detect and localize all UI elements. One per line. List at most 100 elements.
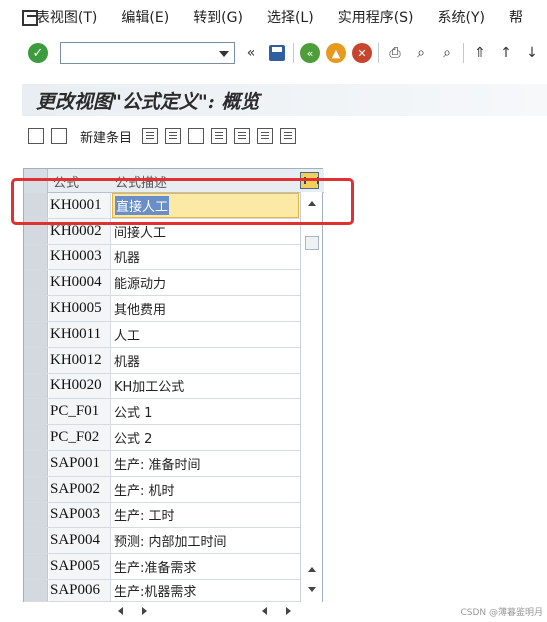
display-change-icon[interactable]: [28, 128, 44, 144]
formula-code: PC_F01: [49, 399, 111, 425]
row-selector[interactable]: [24, 244, 48, 270]
delete-icon[interactable]: [165, 128, 182, 144]
find-next-icon[interactable]: ⌕: [437, 43, 457, 63]
scroll-down-icon[interactable]: [305, 582, 319, 596]
column-header-formula[interactable]: 公式: [53, 172, 79, 191]
row-selector[interactable]: [24, 296, 48, 321]
column-header-description[interactable]: 公式描述: [115, 172, 167, 191]
scroll-left-icon[interactable]: [118, 607, 123, 615]
formula-description[interactable]: 生产: 准备时间: [112, 451, 299, 476]
scroll-thumb[interactable]: [305, 236, 319, 250]
table-row[interactable]: KH0001 直接人工: [24, 193, 300, 219]
row-selector[interactable]: [24, 554, 48, 579]
row-selector[interactable]: [24, 502, 48, 528]
table-row[interactable]: SAP005 生产:准备需求: [24, 554, 300, 580]
scroll-left-icon[interactable]: [262, 607, 267, 615]
formula-code: KH0011: [49, 322, 111, 347]
table-row[interactable]: KH0002 间接人工: [24, 218, 300, 245]
row-selector[interactable]: [24, 193, 48, 218]
command-field[interactable]: [60, 42, 235, 64]
formula-description[interactable]: 预测: 内部加工时间: [112, 528, 299, 553]
collapse-arrows-icon[interactable]: «: [241, 43, 261, 63]
formula-description[interactable]: 公式 2: [112, 425, 299, 450]
row-selector[interactable]: [24, 476, 48, 502]
chevron-down-icon[interactable]: [219, 51, 229, 57]
formula-code: SAP004: [49, 528, 111, 554]
first-page-icon[interactable]: ⇑: [470, 43, 490, 63]
formula-description[interactable]: 公式 1: [112, 399, 299, 424]
deselect-all-icon[interactable]: [257, 128, 274, 144]
row-selector[interactable]: [24, 528, 48, 554]
formula-description[interactable]: 生产: 机时: [112, 477, 299, 502]
new-entries-button[interactable]: 新建条目: [80, 127, 132, 146]
formula-description[interactable]: 直接人工: [115, 195, 170, 215]
row-selector[interactable]: [24, 270, 48, 296]
menu-select[interactable]: 选择(L): [267, 7, 314, 27]
copy-as-icon[interactable]: [142, 128, 159, 144]
other-view-icon[interactable]: [51, 128, 67, 144]
select-block-icon[interactable]: [234, 128, 251, 144]
row-selector[interactable]: [24, 218, 48, 244]
row-selector[interactable]: [24, 580, 48, 601]
menu-edit[interactable]: 编辑(E): [121, 7, 169, 27]
formula-description[interactable]: 机器: [112, 348, 299, 373]
menu-goto[interactable]: 转到(G): [193, 7, 243, 27]
table-row[interactable]: KH0005 其他费用: [24, 296, 300, 322]
cancel-icon[interactable]: ✕: [352, 43, 372, 63]
table-row[interactable]: PC_F01 公式 1: [24, 399, 300, 426]
title-bar: 更改视图"公式定义": 概览: [22, 84, 547, 116]
table-row[interactable]: SAP004 预测: 内部加工时间: [24, 528, 300, 555]
horizontal-scrollbar[interactable]: [110, 603, 300, 619]
print-icon[interactable]: ⎙: [385, 43, 405, 63]
row-selector[interactable]: [24, 425, 48, 450]
print-view-icon[interactable]: [280, 128, 297, 144]
row-selector[interactable]: [24, 322, 48, 347]
formula-description[interactable]: 能源动力: [112, 270, 299, 295]
scroll-up-icon[interactable]: [305, 196, 319, 210]
row-selector[interactable]: [24, 347, 48, 373]
table-row[interactable]: SAP006 生产:机器需求: [24, 580, 300, 602]
menu-utilities[interactable]: 实用程序(S): [338, 7, 414, 27]
formula-description[interactable]: 间接人工: [112, 219, 299, 244]
save-icon[interactable]: [267, 43, 287, 63]
undo-change-icon[interactable]: [188, 128, 205, 144]
table-settings-icon[interactable]: [300, 172, 319, 189]
menu-system[interactable]: 系统(Y): [438, 7, 485, 27]
next-page-icon[interactable]: ↓: [522, 43, 542, 63]
find-icon[interactable]: ⌕: [411, 43, 431, 63]
command-input[interactable]: [61, 43, 211, 63]
table-row[interactable]: SAP003 生产: 工时: [24, 502, 300, 529]
scroll-right-icon[interactable]: [286, 607, 291, 615]
table-row[interactable]: SAP002 生产: 机时: [24, 476, 300, 503]
back-icon[interactable]: «: [300, 43, 320, 63]
formula-description[interactable]: 人工: [112, 322, 299, 347]
table-row[interactable]: KH0004 能源动力: [24, 270, 300, 297]
table-row[interactable]: PC_F02 公式 2: [24, 425, 300, 451]
row-selector[interactable]: [24, 451, 48, 476]
vertical-scrollbar[interactable]: [300, 192, 322, 602]
formula-description[interactable]: 机器: [112, 245, 299, 270]
exit-icon[interactable]: ▲: [326, 43, 346, 63]
table-row[interactable]: SAP001 生产: 准备时间: [24, 451, 300, 477]
row-selector[interactable]: [24, 399, 48, 425]
formula-description[interactable]: 生产:准备需求: [112, 554, 299, 579]
formula-description[interactable]: KH加工公式: [112, 374, 299, 399]
table-row[interactable]: KH0012 机器: [24, 347, 300, 374]
scroll-right-icon[interactable]: [142, 607, 147, 615]
select-all-cell[interactable]: [24, 169, 48, 193]
previous-page-icon[interactable]: ↑: [496, 43, 516, 63]
formula-description[interactable]: 生产:机器需求: [112, 580, 299, 601]
formula-description[interactable]: 生产: 工时: [112, 503, 299, 528]
formula-description-field[interactable]: 直接人工: [112, 193, 299, 218]
table-row[interactable]: KH0003 机器: [24, 244, 300, 271]
menu-table-view[interactable]: 表视图(T): [36, 7, 97, 27]
scroll-page-up-icon[interactable]: [305, 562, 319, 576]
row-selector[interactable]: [24, 373, 48, 399]
menu-help[interactable]: 帮: [509, 7, 523, 27]
select-all-icon[interactable]: [211, 128, 228, 144]
enter-check-icon[interactable]: ✓: [28, 43, 48, 63]
formula-description[interactable]: 其他费用: [112, 296, 299, 321]
window-menu-icon[interactable]: [20, 9, 38, 26]
table-row[interactable]: KH0011 人工: [24, 322, 300, 348]
table-row[interactable]: KH0020 KH加工公式: [24, 373, 300, 400]
